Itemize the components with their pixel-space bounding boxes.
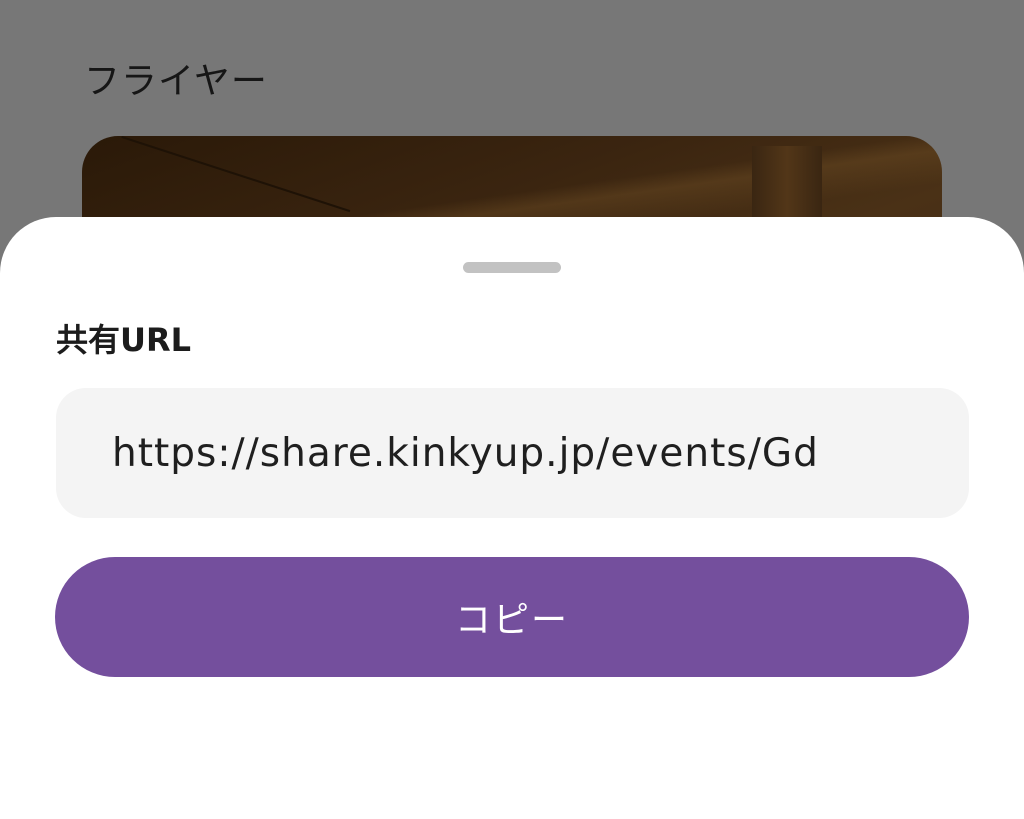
share-url-label: 共有URL: [56, 321, 192, 359]
flyer-section-title: フライヤー: [84, 61, 268, 102]
share-bottom-sheet: 共有URL https://share.kinkyup.jp/events/Gd…: [0, 217, 1024, 819]
copy-button[interactable]: コピー: [55, 557, 969, 677]
share-url-field[interactable]: https://share.kinkyup.jp/events/Gd: [56, 388, 969, 518]
screen: フライヤー 共有URL https://share.kinkyup.jp/eve…: [0, 0, 1024, 819]
sheet-drag-handle[interactable]: [463, 262, 561, 273]
